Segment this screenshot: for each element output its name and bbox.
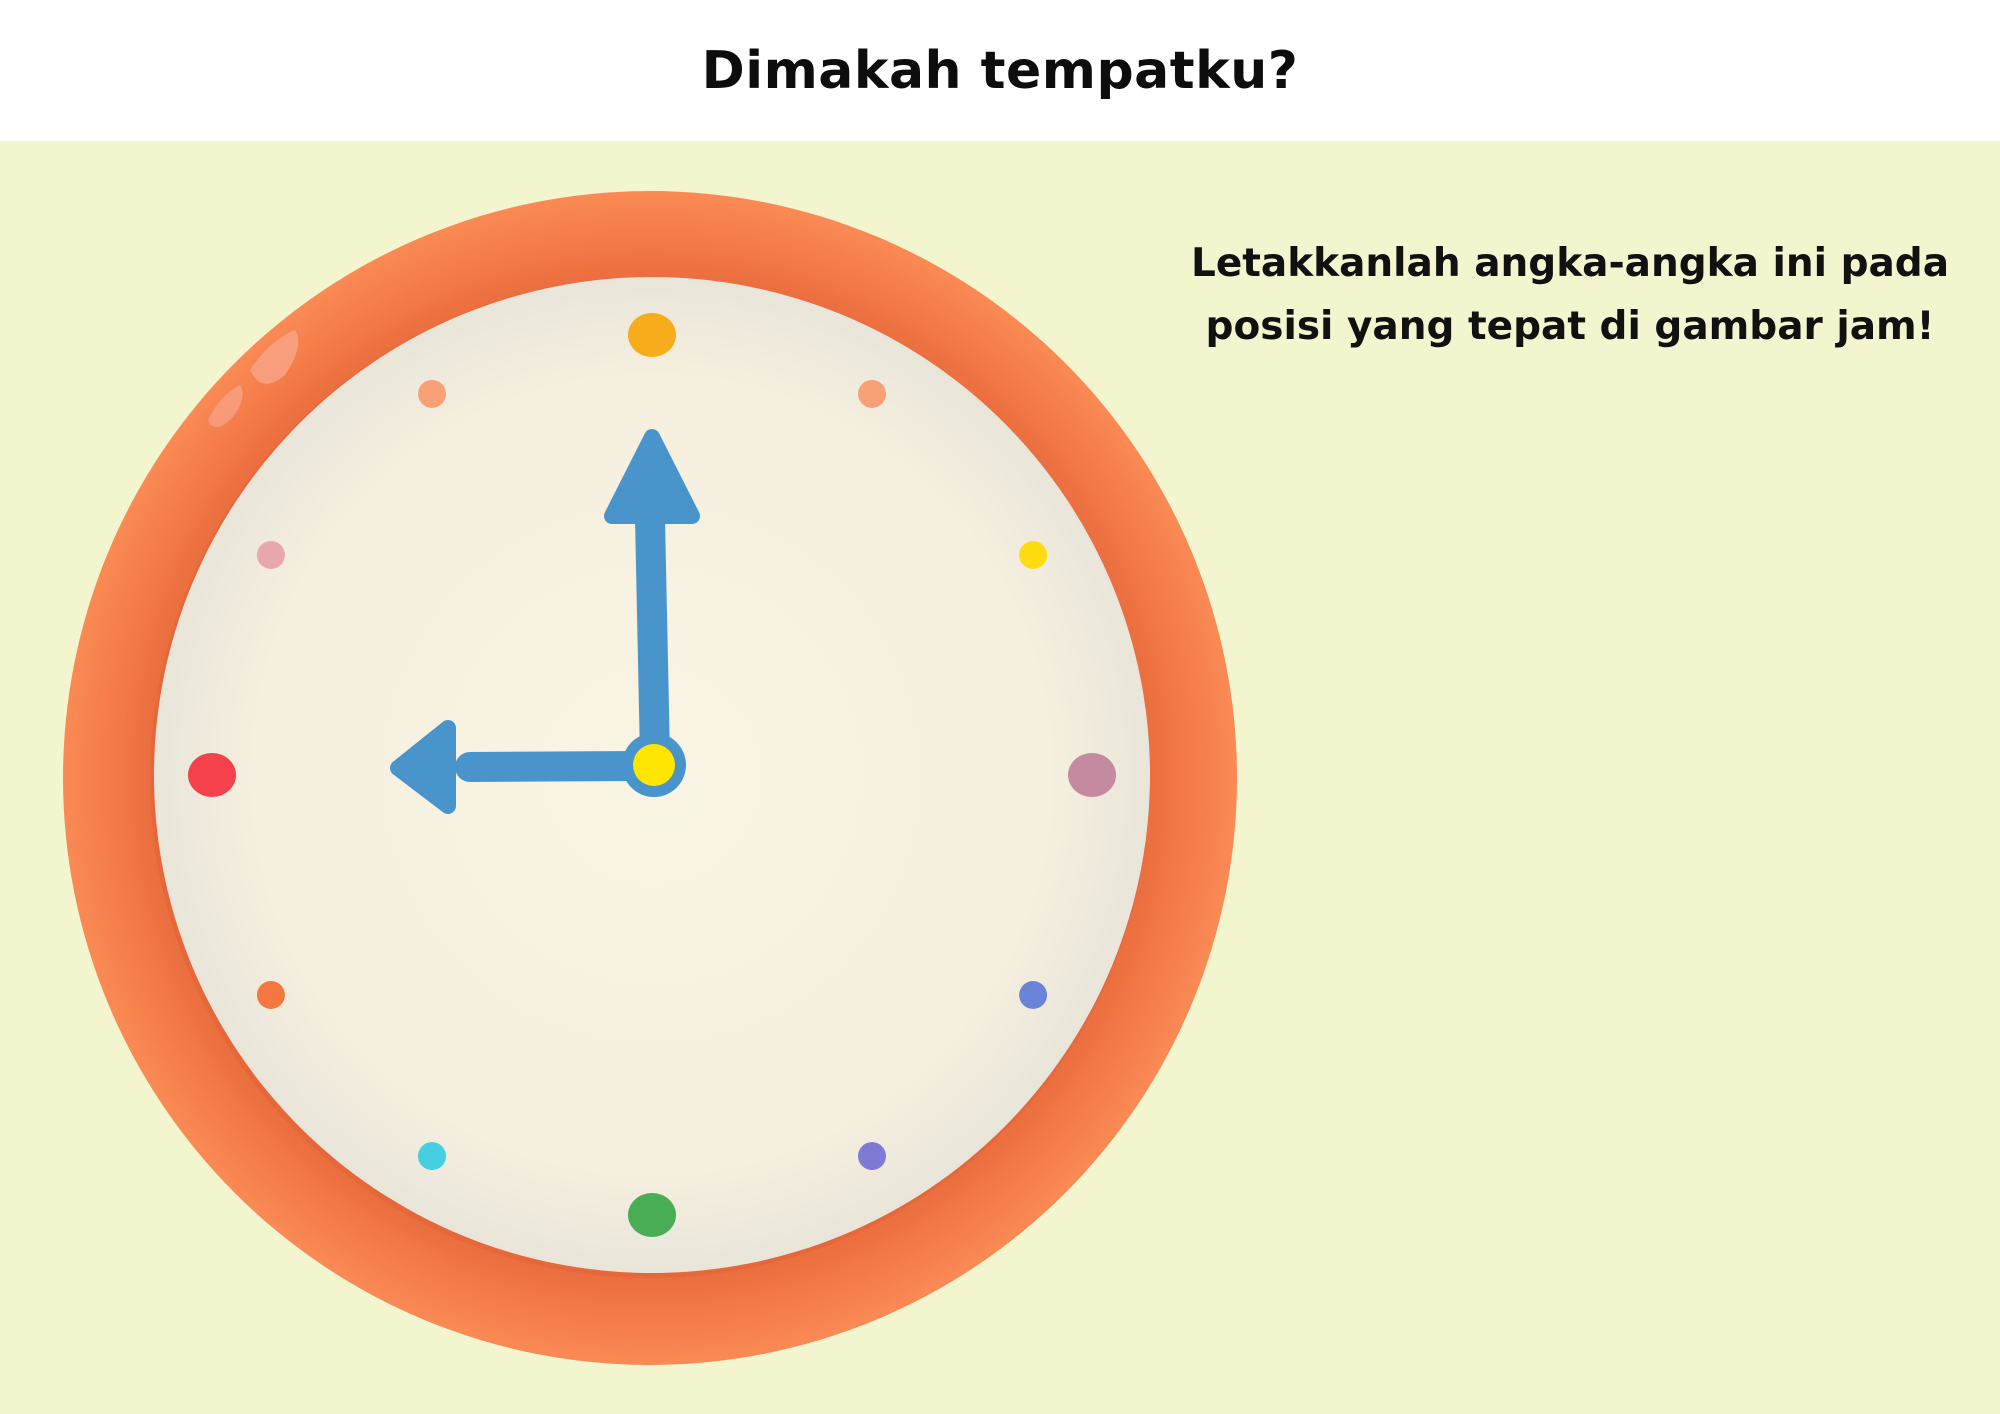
clock [63,191,1237,1365]
hour-hand [455,751,651,782]
hour-marker-11 [418,379,446,408]
hour-marker-3 [1068,753,1116,797]
hour-marker-10 [256,541,285,569]
clock-center-pin [633,744,675,786]
clock-illustration [63,191,1237,1365]
hour-marker-5 [858,1142,886,1171]
hour-marker-1 [858,379,886,408]
minute-hand [635,503,670,772]
hour-marker-6 [628,1193,676,1237]
hour-marker-9 [188,753,236,797]
hour-marker-2 [1019,541,1048,569]
hour-marker-7 [418,1142,446,1171]
hour-marker-12 [628,313,676,357]
hour-marker-8 [256,981,285,1009]
hour-marker-4 [1019,981,1048,1009]
